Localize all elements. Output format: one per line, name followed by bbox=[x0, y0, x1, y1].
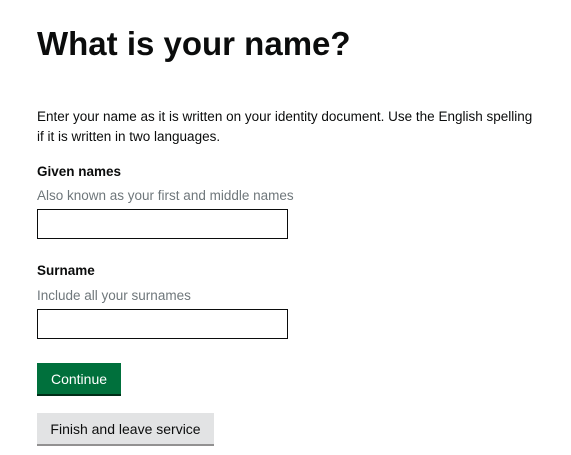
given-names-label: Given names bbox=[37, 164, 122, 179]
surname-input[interactable] bbox=[37, 309, 288, 339]
given-names-input[interactable] bbox=[37, 209, 288, 239]
surname-hint: Include all your surnames bbox=[37, 288, 191, 303]
page-title: What is your name? bbox=[37, 25, 351, 62]
intro-text: Enter your name as it is written on your… bbox=[37, 109, 533, 144]
given-names-hint: Also known as your first and middle name… bbox=[37, 188, 294, 203]
name-form-page: What is your name? Enter your name as it… bbox=[0, 0, 571, 455]
continue-button[interactable]: Continue bbox=[37, 363, 121, 394]
surname-label: Surname bbox=[37, 263, 95, 278]
finish-and-leave-button[interactable]: Finish and leave service bbox=[37, 413, 214, 444]
